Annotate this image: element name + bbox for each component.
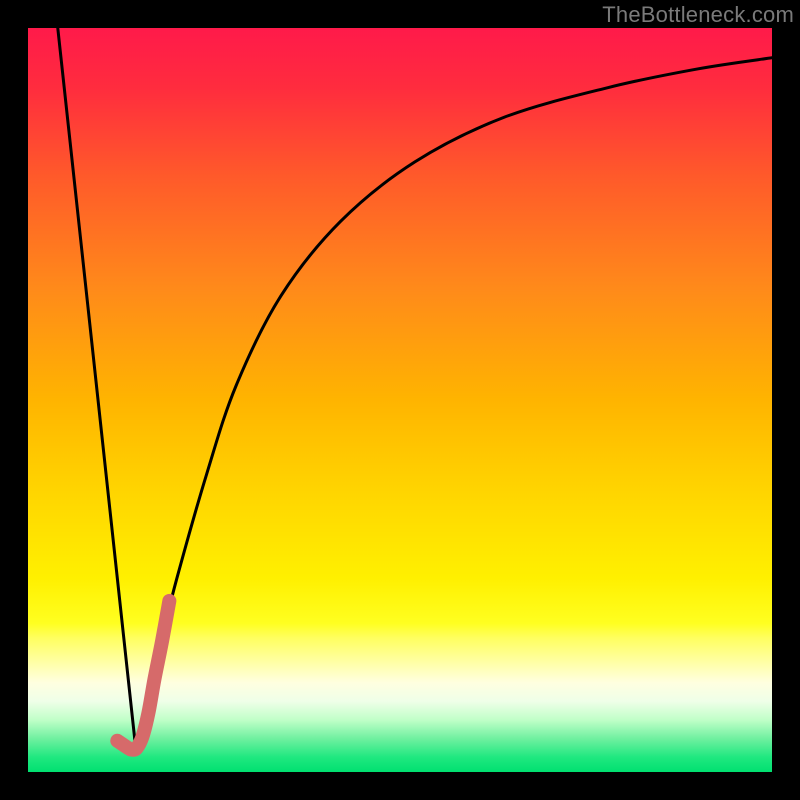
- watermark-text: TheBottleneck.com: [602, 2, 794, 28]
- chart-svg: [28, 28, 772, 772]
- gradient-background: [28, 28, 772, 772]
- chart-frame: TheBottleneck.com: [0, 0, 800, 800]
- plot-area: [28, 28, 772, 772]
